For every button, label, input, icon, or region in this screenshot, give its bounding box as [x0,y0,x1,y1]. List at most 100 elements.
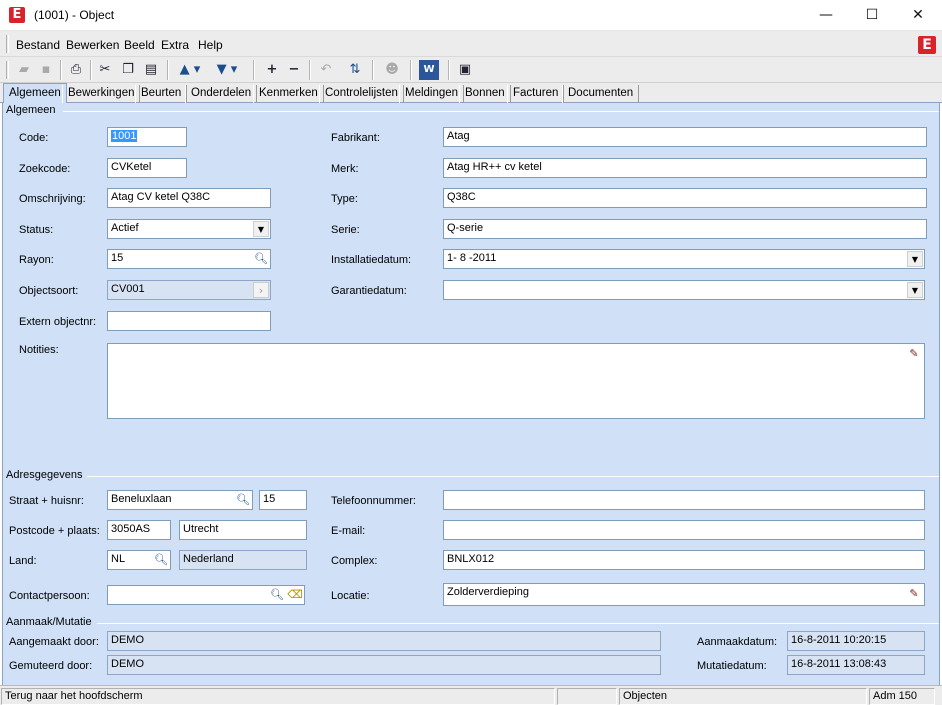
menu-bar: Bestand Bewerken Beeld Extra Help [0,31,942,57]
paste-icon[interactable]: ▤ [141,60,161,80]
open-folder-icon[interactable]: ▰ [14,60,34,80]
chevron-down-icon[interactable]: ▼ [907,282,923,298]
land-label: Land: [9,555,37,567]
gemuteerd-label: Gemuteerd door: [9,660,93,672]
tab-bonnen[interactable]: Bonnen [459,85,511,103]
straat-field[interactable]: Beneluxlaan 🔍︎ [107,490,253,510]
merk-field[interactable]: Atag HR++ cv ketel [443,158,927,178]
postcode-label: Postcode + plaats: [9,525,100,537]
notities-label: Notities: [19,344,59,356]
add-icon[interactable]: + [262,60,282,80]
edit-note-icon[interactable]: ✎ [906,346,922,362]
menu-bestand[interactable]: Bestand [16,38,60,52]
type-field[interactable]: Q38C [443,188,927,208]
mutatiedatum-field: 16-8-2011 13:08:43 [787,655,925,675]
toolbar: ▰ ▪ ⎙ ✂ ❐ ▤ ▲ ▾ ▼ ▾ + − ↶ ⇅ ☻ W ▣ [0,57,942,83]
toolbar-separator [253,60,255,80]
refresh-icon[interactable]: ⇅ [345,60,365,80]
fabrikant-label: Fabrikant: [331,132,380,144]
remove-icon[interactable]: − [284,60,304,80]
menu-help[interactable]: Help [198,38,223,52]
tab-controlelijsten[interactable]: Controlelijsten [319,85,404,103]
tab-documenten[interactable]: Documenten [562,85,640,103]
type-label: Type: [331,193,358,205]
menu-extra[interactable]: Extra [161,38,189,52]
garantiedatum-picker[interactable]: ▼ [443,280,925,300]
gemuteerd-field: DEMO [107,655,661,675]
code-value: 1001 [111,130,138,142]
tab-kenmerken[interactable]: Kenmerken [253,85,324,103]
user-icon[interactable]: ☻ [382,60,402,80]
close-button[interactable]: ✕ [895,0,941,31]
search-icon[interactable]: 🔍︎ [269,587,285,603]
rayon-field[interactable]: 15 🔍︎ [107,249,271,269]
tab-algemeen[interactable]: Algemeen [3,83,67,104]
eraser-icon[interactable]: ⌫ [287,587,303,603]
copy-icon[interactable]: ❐ [118,60,138,80]
undo-icon[interactable]: ↶ [316,60,336,80]
postcode-field[interactable]: 3050AS [107,520,171,540]
telefoon-field[interactable] [443,490,925,510]
tab-bewerkingen[interactable]: Bewerkingen [62,85,141,103]
arrow-down-icon[interactable]: ▼ ▾ [212,60,242,80]
arrow-up-icon[interactable]: ▲ ▾ [175,60,205,80]
code-field[interactable]: 1001 [107,127,187,147]
toolbar-separator [372,60,374,80]
chevron-down-icon[interactable]: ▼ [907,251,923,267]
omschrijving-field[interactable]: Atag CV ketel Q38C [107,188,271,208]
aanmaakdatum-label: Aanmaakdatum: [697,636,778,648]
garantiedatum-label: Garantiedatum: [331,285,407,297]
complex-field[interactable]: BNLX012 [443,550,925,570]
menu-beeld[interactable]: Beeld [124,38,155,52]
cut-icon[interactable]: ✂ [95,60,115,80]
app-logo-icon: E [9,7,25,23]
status-select[interactable]: Actief ▼ [107,219,271,239]
window-icon[interactable]: ▣ [455,60,475,80]
objectsoort-field: CV001 › [107,280,271,300]
fabrikant-field[interactable]: Atag [443,127,927,147]
installatiedatum-picker[interactable]: 1- 8 -2011 ▼ [443,249,925,269]
status-user: Adm 150 [869,688,935,705]
toolbar-separator [448,60,450,80]
straat-label: Straat + huisnr: [9,495,84,507]
tab-onderdelen[interactable]: Onderdelen [185,85,258,103]
lookup-icon[interactable]: › [253,282,269,298]
land-code-value: NL [111,553,126,565]
status-empty-cell [557,688,617,705]
chevron-down-icon[interactable]: ▼ [253,221,269,237]
minimize-button[interactable]: — [803,0,849,31]
group-divider [87,476,939,477]
tab-meldingen[interactable]: Meldingen [399,85,465,103]
print-icon[interactable]: ⎙ [66,60,86,80]
maximize-button[interactable]: ☐ [849,0,895,31]
search-icon[interactable]: 🔍︎ [235,492,251,508]
email-field[interactable] [443,520,925,540]
land-code-field[interactable]: NL 🔍︎ [107,550,171,570]
edit-note-icon[interactable]: ✎ [906,586,922,602]
toolbar-separator [167,60,169,80]
complex-label: Complex: [331,555,378,567]
status-module: Objecten [619,688,867,705]
installatiedatum-value: 1- 8 -2011 [447,252,497,264]
toolbar-grip [6,61,9,79]
plaats-field[interactable]: Utrecht [179,520,307,540]
tab-facturen[interactable]: Facturen [507,85,565,103]
aangemaakt-field: DEMO [107,631,661,651]
save-icon[interactable]: ▪ [36,60,56,80]
rayon-value: 15 [111,252,124,264]
notities-textarea[interactable]: ✎ [107,343,925,419]
search-icon[interactable]: 🔍︎ [253,251,269,267]
extern-objectnr-field[interactable] [107,311,271,331]
search-icon[interactable]: 🔍︎ [153,552,169,568]
serie-field[interactable]: Q-serie [443,219,927,239]
group-divider [63,111,939,112]
locatie-field[interactable]: Zolderverdieping ✎ [443,583,925,606]
menu-bewerken[interactable]: Bewerken [66,38,119,52]
zoekcode-field[interactable]: CVKetel [107,158,187,178]
group-title-adres: Adresgegevens [6,469,83,481]
code-label: Code: [19,132,49,144]
word-icon[interactable]: W [419,60,439,80]
contactpersoon-field[interactable]: 🔍︎ ⌫ [107,585,305,605]
huisnr-field[interactable]: 15 [259,490,307,510]
tab-beurten[interactable]: Beurten [135,85,188,103]
